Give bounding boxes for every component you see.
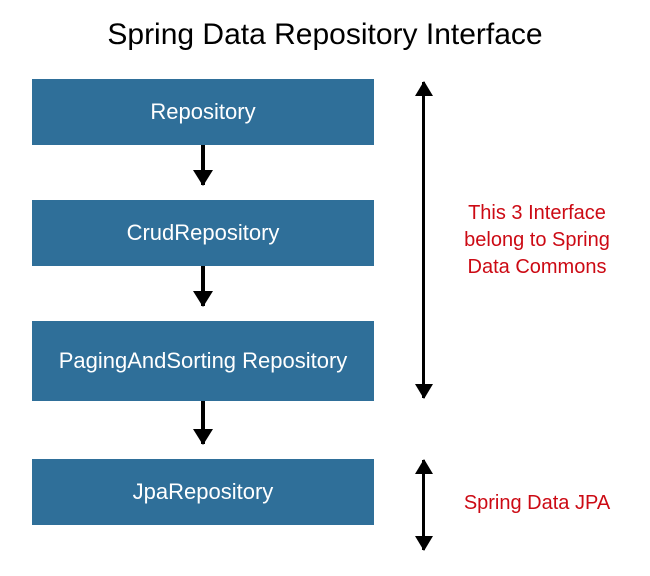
node-repository: Repository	[32, 79, 374, 145]
node-label: Repository	[150, 99, 255, 124]
range-arrow-commons	[422, 82, 425, 398]
arrow-down-icon	[201, 266, 205, 306]
annotation-spring-data-commons: This 3 Interface belong to Spring Data C…	[452, 200, 622, 281]
arrow-down-icon	[201, 145, 205, 185]
node-crud-repository: CrudRepository	[32, 200, 374, 266]
node-paging-and-sorting-repository: PagingAndSorting Repository	[32, 321, 374, 401]
arrow-down-icon	[201, 401, 205, 444]
node-label: CrudRepository	[127, 220, 280, 245]
range-arrow-jpa	[422, 460, 425, 550]
node-label: JpaRepository	[133, 479, 274, 504]
annotation-spring-data-jpa: Spring Data JPA	[452, 490, 622, 517]
node-jpa-repository: JpaRepository	[32, 459, 374, 525]
node-label: PagingAndSorting Repository	[59, 348, 348, 373]
diagram-title: Spring Data Repository Interface	[0, 18, 650, 52]
